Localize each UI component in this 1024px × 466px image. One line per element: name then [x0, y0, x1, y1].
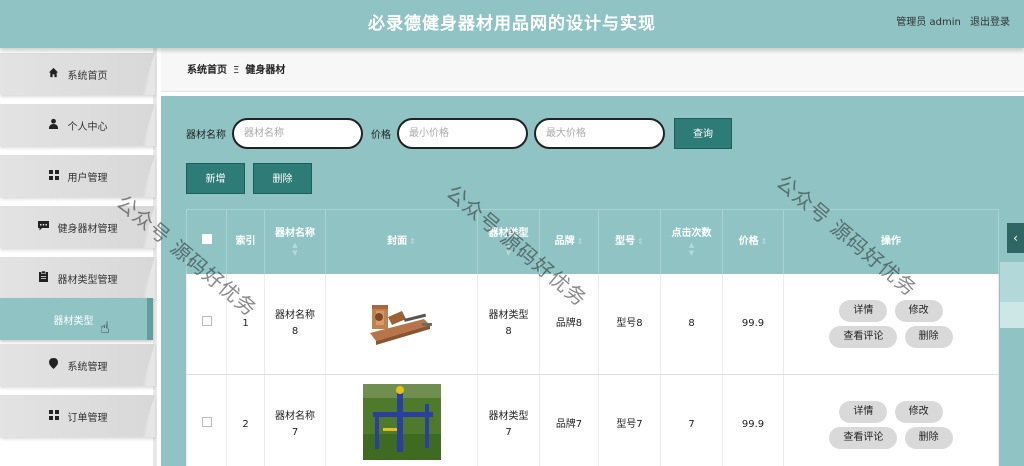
edit-button[interactable]: 修改: [894, 299, 943, 322]
sidebar-item-system[interactable]: 系统管理: [0, 344, 155, 386]
row-name: 器材名称7: [264, 374, 326, 466]
header-name-label: 器材名称: [275, 227, 315, 239]
sidebar-item-label: 系统首页: [67, 70, 108, 82]
collapse-arrow-icon[interactable]: ‹: [1007, 223, 1024, 253]
admin-label: 管理员 admin: [896, 17, 961, 28]
row-delete-button[interactable]: 删除: [904, 427, 953, 449]
sort-icon[interactable]: ▲ ▼: [661, 241, 722, 257]
sidebar-item-type-mgmt[interactable]: 器材类型管理: [0, 257, 155, 299]
row-name: 器材名称8: [264, 273, 326, 375]
grid-icon: [48, 169, 60, 183]
action-bar: 新增 删除: [186, 163, 320, 194]
row-checkbox[interactable]: [201, 417, 212, 427]
max-price-input[interactable]: 最大价格: [534, 117, 665, 149]
row-index: 2: [226, 374, 265, 466]
edit-button[interactable]: 修改: [894, 401, 943, 423]
row-type: 器材类型8: [477, 273, 540, 375]
header-price-label: 价格: [738, 235, 759, 247]
add-button[interactable]: 新增: [186, 163, 245, 194]
row-cover: [325, 273, 478, 375]
header-name[interactable]: 器材名称 ▲ ▼: [264, 209, 326, 274]
header-model[interactable]: 型号 ⇕: [598, 209, 661, 274]
row-ops: 详情 修改 查看评论 删除: [783, 374, 999, 466]
breadcrumb-separator: Ξ: [233, 65, 240, 76]
sidebar-item-label: 个人中心: [67, 121, 108, 133]
view-comments-button[interactable]: 查看评论: [829, 325, 898, 348]
header-clicks-label: 点击次数: [671, 227, 712, 239]
price-label: 价格: [371, 129, 391, 141]
query-button[interactable]: 查询: [674, 117, 732, 149]
header-index: 索引: [226, 209, 265, 274]
pin-icon: [48, 358, 60, 372]
header-index-label: 索引: [235, 235, 256, 247]
header-cover[interactable]: 封面 ⇕: [325, 209, 478, 274]
breadcrumb: 系统首页 Ξ 健身器材: [161, 48, 1024, 92]
header-cover-label: 封面: [387, 235, 408, 247]
search-form: 器材名称 器材名称 价格 最小价格 最大价格 查询: [186, 117, 732, 149]
detail-button[interactable]: 详情: [839, 299, 888, 322]
row-model: 型号8: [598, 273, 661, 375]
sidebar-item-label: 系统管理: [67, 361, 108, 373]
sidebar-item-label: 器材类型管理: [57, 274, 118, 286]
row-brand: 品牌7: [539, 374, 599, 466]
sidebar-item-label: 用户管理: [67, 172, 108, 184]
view-comments-button[interactable]: 查看评论: [829, 427, 898, 449]
row-clicks: 7: [660, 374, 723, 466]
breadcrumb-current: 健身器材: [245, 65, 286, 76]
sort-icon[interactable]: ⇕: [761, 237, 768, 246]
detail-button[interactable]: 详情: [839, 401, 888, 423]
row-type: 器材类型7: [477, 374, 540, 466]
grid-icon: [48, 409, 60, 423]
select-all-checkbox[interactable]: [201, 234, 212, 245]
sidebar-item-type[interactable]: 器材类型: [0, 298, 153, 340]
breadcrumb-home[interactable]: 系统首页: [187, 65, 227, 76]
sort-icon[interactable]: ⇕: [637, 237, 644, 246]
header-clicks[interactable]: 点击次数 ▲ ▼: [660, 209, 723, 274]
sidebar-item-label: 器材类型: [53, 315, 94, 327]
sidebar-item-label: 订单管理: [67, 412, 108, 424]
sidebar-item-profile[interactable]: 个人中心: [0, 104, 155, 146]
sort-icon[interactable]: ▲ ▼: [265, 241, 325, 257]
row-clicks: 8: [660, 273, 723, 375]
name-label: 器材名称: [186, 129, 226, 141]
top-header: 必录德健身器材用品网的设计与实现 管理员 admin 退出登录: [0, 0, 1024, 48]
user-icon: [48, 118, 60, 132]
rowing-machine-image: [361, 288, 442, 359]
user-area: 管理员 admin 退出登录: [890, 0, 1010, 48]
app-title: 必录德健身器材用品网的设计与实现: [368, 14, 656, 34]
side-strip: [1000, 262, 1024, 328]
sort-icon[interactable]: ⇕: [409, 237, 416, 246]
delete-button[interactable]: 删除: [253, 163, 312, 194]
min-price-input[interactable]: 最小价格: [397, 117, 528, 149]
header-price[interactable]: 价格 ⇕: [722, 209, 784, 274]
comment-icon: [38, 220, 50, 234]
header-brand-label: 品牌: [554, 235, 575, 247]
hand-cursor-icon: ☝: [100, 318, 110, 337]
row-checkbox[interactable]: [201, 315, 212, 326]
row-cover: [325, 374, 478, 466]
row-delete-button[interactable]: 删除: [904, 325, 953, 348]
header-model-label: 型号: [615, 235, 636, 247]
outdoor-equipment-image: [362, 384, 441, 466]
sidebar: 系统首页 个人中心 用户管理 健身器材管理 器材类型管理 器材类型 系统管理 订…: [0, 48, 157, 466]
logout-link[interactable]: 退出登录: [970, 17, 1010, 28]
home-icon: [48, 67, 60, 81]
clipboard-icon: [38, 270, 50, 285]
sidebar-item-label: 健身器材管理: [57, 223, 118, 235]
row-model: 型号7: [598, 374, 661, 466]
sort-icon[interactable]: ⇕: [577, 237, 584, 246]
row-price: 99.9: [722, 374, 784, 466]
table-row: 2 器材名称7 器材类型7 品牌7 型号7 7 99.9 详情 修改 查看评论 …: [186, 374, 999, 466]
name-input[interactable]: 器材名称: [232, 117, 363, 149]
sidebar-item-home[interactable]: 系统首页: [0, 53, 155, 95]
sidebar-item-orders[interactable]: 订单管理: [0, 395, 155, 437]
row-price: 99.9: [722, 273, 784, 375]
